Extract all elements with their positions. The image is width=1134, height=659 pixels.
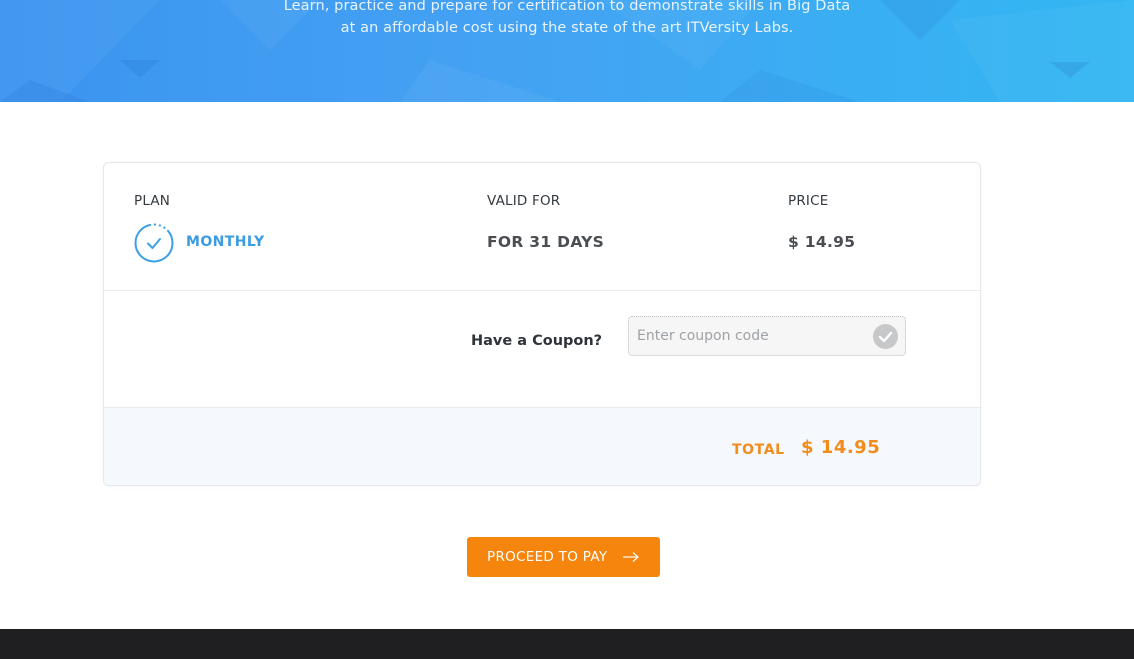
- footer: [0, 629, 1134, 659]
- card-divider: [104, 290, 980, 291]
- check-icon: [878, 331, 893, 343]
- total-amount: $ 14.95: [801, 437, 881, 458]
- plan-column-header: PLAN: [134, 193, 171, 209]
- coupon-label: Have a Coupon?: [471, 333, 603, 349]
- proceed-to-pay-button[interactable]: PROCEED TO PAY: [467, 537, 660, 577]
- price-value: $ 14.95: [788, 233, 856, 251]
- valid-for-column-header: VALID FOR: [487, 193, 561, 209]
- hero-pattern: [0, 0, 1134, 102]
- plan-name: MONTHLY: [186, 234, 265, 250]
- total-label: TOTAL: [732, 442, 785, 458]
- hero-banner: Learn, practice and prepare for certific…: [0, 0, 1134, 102]
- arrow-right-icon: [623, 552, 639, 562]
- coupon-input[interactable]: [637, 317, 867, 355]
- plan-summary-card: PLAN VALID FOR PRICE MONTHLY FOR 31 DAYS…: [103, 162, 981, 486]
- total-bar: TOTAL $ 14.95: [104, 407, 980, 485]
- proceed-to-pay-label: PROCEED TO PAY: [487, 549, 608, 565]
- hero-subtitle-line-1: Learn, practice and prepare for certific…: [283, 0, 851, 14]
- hero-subtitle-line-2: at an affordable cost using the state of…: [340, 20, 794, 36]
- check-circle-icon: [134, 223, 174, 263]
- price-column-header: PRICE: [788, 193, 829, 209]
- valid-for-value: FOR 31 DAYS: [487, 233, 605, 251]
- apply-coupon-button[interactable]: [873, 324, 898, 349]
- coupon-field: [628, 316, 906, 356]
